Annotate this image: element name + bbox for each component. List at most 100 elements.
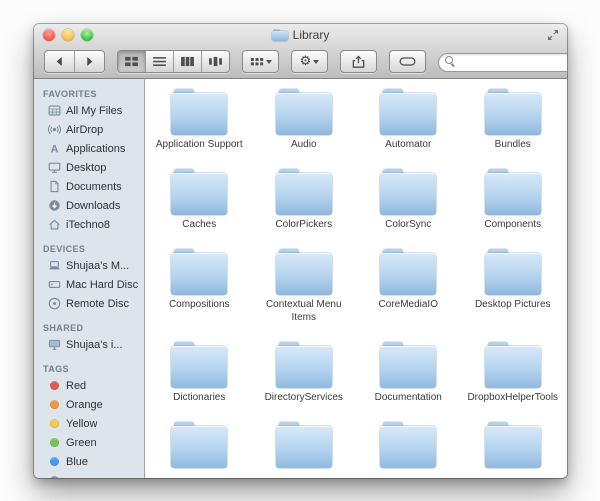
disc-icon	[47, 297, 61, 311]
folder-label: Audio	[290, 139, 317, 150]
sidebar-section-items: All My Files AirDrop A Applications Desk…	[34, 101, 144, 234]
close-button[interactable]	[43, 29, 55, 41]
folder-item-colorpickers[interactable]: ColorPickers	[254, 169, 354, 231]
view-switcher	[117, 50, 230, 73]
sidebar-item-unnamed[interactable]	[34, 471, 144, 478]
finder-window: Library ⚙ FAVORITES All My Files AirDrop…	[34, 24, 567, 478]
folder-item-desktop-pictures[interactable]: Desktop Pictures	[463, 249, 563, 324]
arrange-button[interactable]	[242, 50, 279, 73]
chevron-down-icon	[313, 59, 320, 64]
coverflow-view-button[interactable]	[202, 51, 229, 72]
tag-circle-icon	[49, 400, 59, 409]
folder-item-partial[interactable]	[254, 422, 354, 471]
sidebar-item-green[interactable]: Green	[34, 433, 144, 452]
chevron-down-icon	[265, 59, 272, 64]
sidebar-section-title-favorites: FAVORITES	[43, 89, 97, 99]
column-view-button[interactable]	[174, 51, 202, 72]
coverflow-view-icon	[209, 56, 222, 67]
folder-label: Caches	[182, 219, 217, 230]
sidebar-item-itechno8[interactable]: iTechno8	[34, 215, 144, 234]
sidebar-item-remote-disc[interactable]: Remote Disc	[34, 294, 144, 313]
tag-circle-icon	[49, 419, 59, 428]
sidebar-item-label: Shujaa's M...	[66, 259, 130, 272]
sidebar-item-label: Yellow	[66, 417, 98, 430]
search-icon	[445, 56, 456, 67]
sidebar-item-label: Shujaa's i...	[66, 338, 123, 351]
home-icon	[47, 218, 61, 232]
folder-item-colorsync[interactable]: ColorSync	[358, 169, 458, 231]
tag-circle-icon	[49, 476, 59, 478]
folder-item-partial[interactable]	[149, 422, 249, 471]
sidebar-item-shujaa-s-m[interactable]: Shujaa's M...	[34, 256, 144, 275]
sidebar-item-documents[interactable]: Documents	[34, 177, 144, 196]
folder-item-caches[interactable]: Caches	[149, 169, 249, 231]
tag-capsule-icon	[399, 57, 416, 66]
airdrop-icon	[47, 123, 61, 137]
folder-item-compositions[interactable]: Compositions	[149, 249, 249, 324]
all-my-files-icon	[47, 104, 61, 118]
zoom-button[interactable]	[81, 29, 93, 41]
laptop-icon	[47, 259, 61, 273]
folder-item-documentation[interactable]: Documentation	[358, 342, 458, 404]
folder-label: Desktop Pictures	[474, 299, 551, 310]
sidebar-item-icon	[47, 455, 61, 469]
folder-item-partial[interactable]	[463, 422, 563, 471]
sidebar-item-desktop[interactable]: Desktop	[34, 158, 144, 177]
sidebar-item-red[interactable]: Red	[34, 376, 144, 395]
sidebar-item-yellow[interactable]: Yellow	[34, 414, 144, 433]
sidebar-item-downloads[interactable]: Downloads	[34, 196, 144, 215]
action-button[interactable]: ⚙	[291, 50, 328, 73]
tag-circle-icon	[49, 457, 59, 466]
forward-button[interactable]	[75, 51, 104, 72]
folder-item-application-support[interactable]: Application Support	[149, 89, 249, 151]
folder-icon	[275, 422, 332, 468]
folder-icon	[171, 169, 228, 215]
folder-label: DirectoryServices	[264, 392, 343, 403]
folder-icon	[484, 89, 541, 135]
back-button[interactable]	[45, 51, 75, 72]
folder-item-dictionaries[interactable]: Dictionaries	[149, 342, 249, 404]
list-view-button[interactable]	[146, 51, 174, 72]
folder-item-coremediaio[interactable]: CoreMediaIO	[358, 249, 458, 324]
titlebar[interactable]: Library	[34, 24, 567, 45]
folder-item-audio[interactable]: Audio	[254, 89, 354, 151]
search-input[interactable]	[438, 52, 567, 72]
folder-item-dropboxhelpertools[interactable]: DropboxHelperTools	[463, 342, 563, 404]
folder-item-automator[interactable]: Automator	[358, 89, 458, 151]
tags-button[interactable]	[389, 50, 426, 73]
sidebar-item-blue[interactable]: Blue	[34, 452, 144, 471]
folder-icon	[380, 342, 437, 388]
sidebar-item-orange[interactable]: Orange	[34, 395, 144, 414]
sidebar-section: SHARED Shujaa's i...	[34, 317, 144, 354]
sidebar-item-label: Desktop	[66, 161, 107, 174]
sidebar-item-shujaa-s-i[interactable]: Shujaa's i...	[34, 335, 144, 354]
folder-icon	[484, 249, 541, 295]
folder-icon	[380, 249, 437, 295]
minimize-button[interactable]	[62, 29, 74, 41]
folder-label: ColorPickers	[275, 219, 333, 230]
sidebar: FAVORITES All My Files AirDrop A Applica…	[34, 79, 145, 478]
icon-view-button[interactable]	[118, 51, 146, 72]
share-button[interactable]	[340, 50, 377, 73]
sidebar-item-label: Blue	[66, 455, 89, 468]
sidebar-item-applications[interactable]: A Applications	[34, 139, 144, 158]
sidebar-item-mac-hard-disc[interactable]: Mac Hard Disc	[34, 275, 144, 294]
shared-computer-icon	[47, 338, 61, 352]
folder-icon	[484, 169, 541, 215]
fullscreen-icon[interactable]	[547, 29, 559, 41]
folder-label: CoreMediaIO	[378, 299, 438, 310]
folder-item-partial[interactable]	[358, 422, 458, 471]
folder-item-directoryservices[interactable]: DirectoryServices	[254, 342, 354, 404]
folder-item-bundles[interactable]: Bundles	[463, 89, 563, 151]
sidebar-item-icon	[47, 379, 61, 393]
sidebar-item-label: Remote Disc	[66, 297, 129, 310]
folder-icon	[275, 342, 332, 388]
folder-item-components[interactable]: Components	[463, 169, 563, 231]
sidebar-item-all-my-files[interactable]: All My Files	[34, 101, 144, 120]
desktop-icon	[47, 161, 61, 175]
folder-item-contextual-menu-items[interactable]: Contextual Menu Items	[254, 249, 354, 324]
sidebar-item-airdrop[interactable]: AirDrop	[34, 120, 144, 139]
arrange-grid-icon	[250, 58, 263, 66]
folder-label: DropboxHelperTools	[467, 392, 559, 403]
folder-label: Contextual Menu Items	[265, 299, 342, 323]
